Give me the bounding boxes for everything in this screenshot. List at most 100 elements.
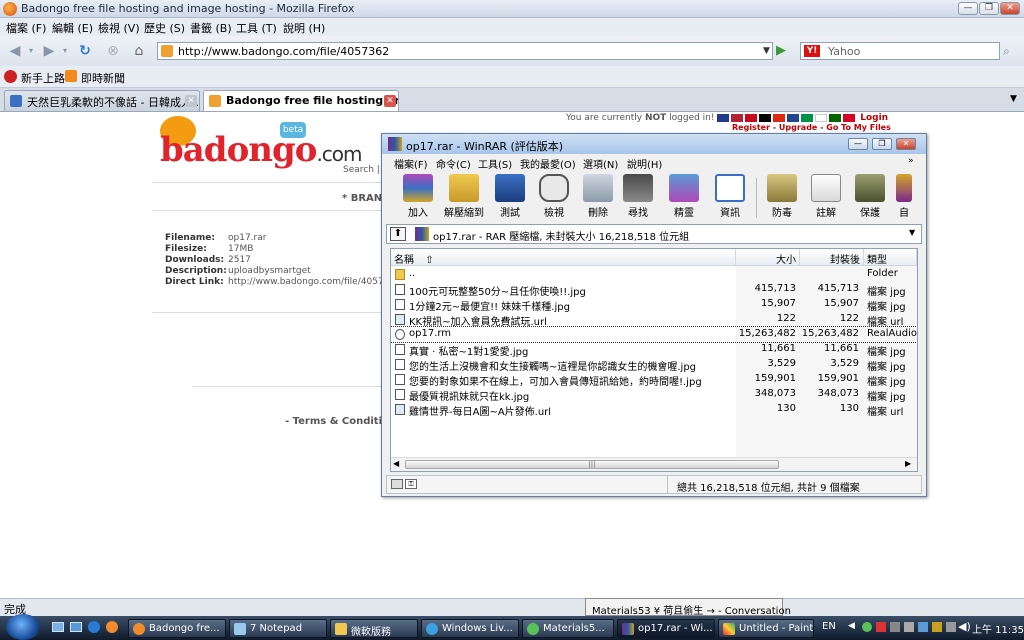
- taskbar-item-winrar[interactable]: op17.rar - Wi...: [617, 619, 715, 638]
- file-row[interactable]: KK視訊~加入會員免費試玩.url 122 122 檔案 url: [391, 312, 917, 328]
- taskbar-item-firefox[interactable]: Badongo fre...: [128, 619, 226, 638]
- file-row[interactable]: 您的生活上沒機會和女生接觸嗎~這裡是你認識女生的機會喔.jpg 3,529 3,52…: [391, 357, 917, 373]
- menu-history[interactable]: 歷史 (S): [144, 20, 185, 36]
- file-row[interactable]: 真實 · 私密~1對1愛愛.jpg 11,661 11,661 檔案 jpg: [391, 342, 917, 358]
- flag-nl-icon[interactable]: [787, 113, 800, 122]
- winrar-menu-commands[interactable]: 命令(C): [436, 156, 471, 171]
- upgrade-link[interactable]: Upgrade: [779, 123, 817, 132]
- tray-icon[interactable]: [876, 622, 886, 632]
- switch-windows-icon[interactable]: [70, 622, 82, 632]
- show-desktop-icon[interactable]: [52, 622, 64, 632]
- minimize-button[interactable]: —: [958, 2, 978, 15]
- tray-expand-icon[interactable]: ◀: [848, 621, 855, 631]
- menu-tools[interactable]: 工具 (T): [236, 20, 277, 36]
- stop-icon[interactable]: ⊗: [102, 40, 124, 62]
- file-row[interactable]: 最優質視訊妹就只在kk.jpg 348,073 348,073 檔案 jpg: [391, 387, 917, 403]
- messenger-tray-icon[interactable]: [862, 622, 872, 632]
- tool-sfx[interactable]: 自: [892, 174, 916, 220]
- yahoo-icon[interactable]: Y!: [804, 45, 820, 57]
- scroll-thumb[interactable]: |||: [405, 460, 779, 469]
- file-row[interactable]: 1分鐘2元~最便宜!! 妹妹千樣種.jpg 15,907 15,907 檔案 jpg: [391, 297, 917, 313]
- tool-comment[interactable]: 註解: [804, 174, 848, 220]
- winrar-menu-help[interactable]: 說明(H): [627, 156, 662, 171]
- file-row[interactable]: op17.rm 15,263,482 15,263,482 RealAudio /: [391, 326, 917, 343]
- key-icon[interactable]: ⚿: [405, 479, 417, 489]
- winrar-menu-tools[interactable]: 工具(S): [478, 156, 512, 171]
- scroll-left-icon[interactable]: ◀: [393, 459, 399, 468]
- tray-icon[interactable]: [904, 622, 914, 632]
- scroll-right-icon[interactable]: ▶: [905, 459, 911, 468]
- file-row[interactable]: 您要的對象如果不在線上，可加入會員傳短訊給她，約時間喔!.jpg 159,901 1…: [391, 372, 917, 388]
- volume-icon[interactable]: ◀): [958, 620, 971, 633]
- home-icon[interactable]: ⌂: [128, 40, 150, 62]
- direct-link-value[interactable]: http://www.badongo.com/file/4057362: [228, 277, 401, 288]
- address-bar[interactable]: http://www.badongo.com/file/4057362: [157, 42, 773, 60]
- start-button[interactable]: [6, 614, 40, 640]
- toolbar-overflow-icon[interactable]: »: [908, 156, 914, 166]
- taskbar-item-paint[interactable]: Untitled - Paint: [718, 619, 814, 638]
- tool-antivirus[interactable]: 防毒: [760, 174, 804, 220]
- menu-view[interactable]: 檢視 (V): [98, 20, 140, 36]
- tray-icon[interactable]: [918, 622, 928, 632]
- menu-edit[interactable]: 編輯 (E): [52, 20, 93, 36]
- tool-wizard[interactable]: 精靈: [662, 174, 706, 220]
- file-row[interactable]: 雞情世界-每日A圖~A片發佈.url 130 130 檔案 url: [391, 402, 917, 418]
- tab-active[interactable]: Badongo free file hosting and ima... ✕: [203, 90, 399, 111]
- taskbar-item-folder[interactable]: 微軟版務: [330, 619, 418, 638]
- flag-pt-icon[interactable]: [829, 113, 842, 122]
- tool-add[interactable]: 加入: [396, 174, 440, 220]
- taskbar-item-notepad[interactable]: 7 Notepad: [229, 619, 327, 638]
- tab-close-icon[interactable]: ✕: [185, 95, 197, 107]
- tool-find[interactable]: 尋找: [616, 174, 660, 220]
- flag-us-icon[interactable]: [731, 113, 744, 122]
- tool-extract[interactable]: 解壓縮到: [442, 174, 486, 220]
- tab-close-icon[interactable]: ✕: [384, 95, 396, 107]
- ie-icon[interactable]: [88, 621, 100, 633]
- language-indicator[interactable]: EN: [822, 621, 836, 632]
- go-arrow-icon[interactable]: ▶: [776, 43, 792, 59]
- winrar-minimize-button[interactable]: —: [848, 138, 868, 150]
- tab-list-icon[interactable]: ▼: [1010, 94, 1017, 104]
- close-button[interactable]: ✕: [1000, 2, 1020, 15]
- flag-jp-icon[interactable]: [815, 113, 828, 122]
- forward-dropdown-icon[interactable]: ▾: [60, 40, 70, 62]
- tray-icon[interactable]: [890, 622, 900, 632]
- tool-info[interactable]: 資訊: [708, 174, 752, 220]
- flag-it-icon[interactable]: [801, 113, 814, 122]
- horizontal-scrollbar[interactable]: ◀ ||| ▶: [391, 457, 917, 471]
- archive-path-bar[interactable]: ⬆ op17.rar - RAR 壓縮檔, 未封裝大小 16,218,518 位…: [386, 224, 922, 244]
- winrar-maximize-button[interactable]: ❐: [872, 138, 892, 150]
- winrar-menu-favorites[interactable]: 我的最愛(O): [520, 156, 576, 171]
- winrar-menu-file[interactable]: 檔案(F): [394, 156, 428, 171]
- taskbar-item-materials[interactable]: Materials5...: [522, 619, 614, 638]
- flag-de-icon[interactable]: [759, 113, 772, 122]
- flag-uk-icon[interactable]: [717, 113, 730, 122]
- tool-test[interactable]: 測試: [488, 174, 532, 220]
- menu-help[interactable]: 說明 (H): [283, 20, 325, 36]
- reload-icon[interactable]: ↻: [74, 40, 96, 62]
- badongo-logo[interactable]: badongo.com: [160, 130, 363, 170]
- column-header-name[interactable]: 名稱 ⇧: [391, 249, 736, 266]
- tool-view[interactable]: 檢視: [532, 174, 576, 220]
- winrar-menu-options[interactable]: 選項(N): [583, 156, 618, 171]
- file-row[interactable]: 100元可玩整整50分~且任你使喚!!.jpg 415,713 415,713 檔案 …: [391, 282, 917, 298]
- taskbar-item-windows-live[interactable]: Windows Liv...: [421, 619, 519, 638]
- flag-tr-icon[interactable]: [843, 113, 856, 122]
- bookmark-getting-started[interactable]: 新手上路: [21, 70, 65, 86]
- address-dropdown-icon[interactable]: ▼: [760, 42, 773, 60]
- maximize-button[interactable]: ❐: [979, 2, 999, 15]
- bookmark-news[interactable]: 即時新聞: [81, 70, 125, 86]
- tab-inactive[interactable]: 天然巨乳柔軟的不像話 - 日韓成人... ✕: [4, 90, 200, 111]
- search-icon[interactable]: ⌕: [1003, 44, 1019, 60]
- menu-file[interactable]: 檔案 (F): [6, 20, 46, 36]
- tool-delete[interactable]: 刪除: [576, 174, 620, 220]
- firefox-quicklaunch-icon[interactable]: [106, 621, 118, 633]
- file-row[interactable]: .. Folder: [391, 267, 917, 282]
- back-arrow-icon[interactable]: ◀: [4, 40, 26, 62]
- tray-icon[interactable]: [932, 622, 942, 632]
- flag-es-icon[interactable]: [745, 113, 758, 122]
- my-files-link[interactable]: Go To My Files: [826, 123, 891, 132]
- login-link[interactable]: Login: [860, 113, 888, 123]
- up-folder-icon[interactable]: ⬆: [390, 227, 406, 241]
- search-box[interactable]: Y! Yahoo: [800, 42, 1000, 60]
